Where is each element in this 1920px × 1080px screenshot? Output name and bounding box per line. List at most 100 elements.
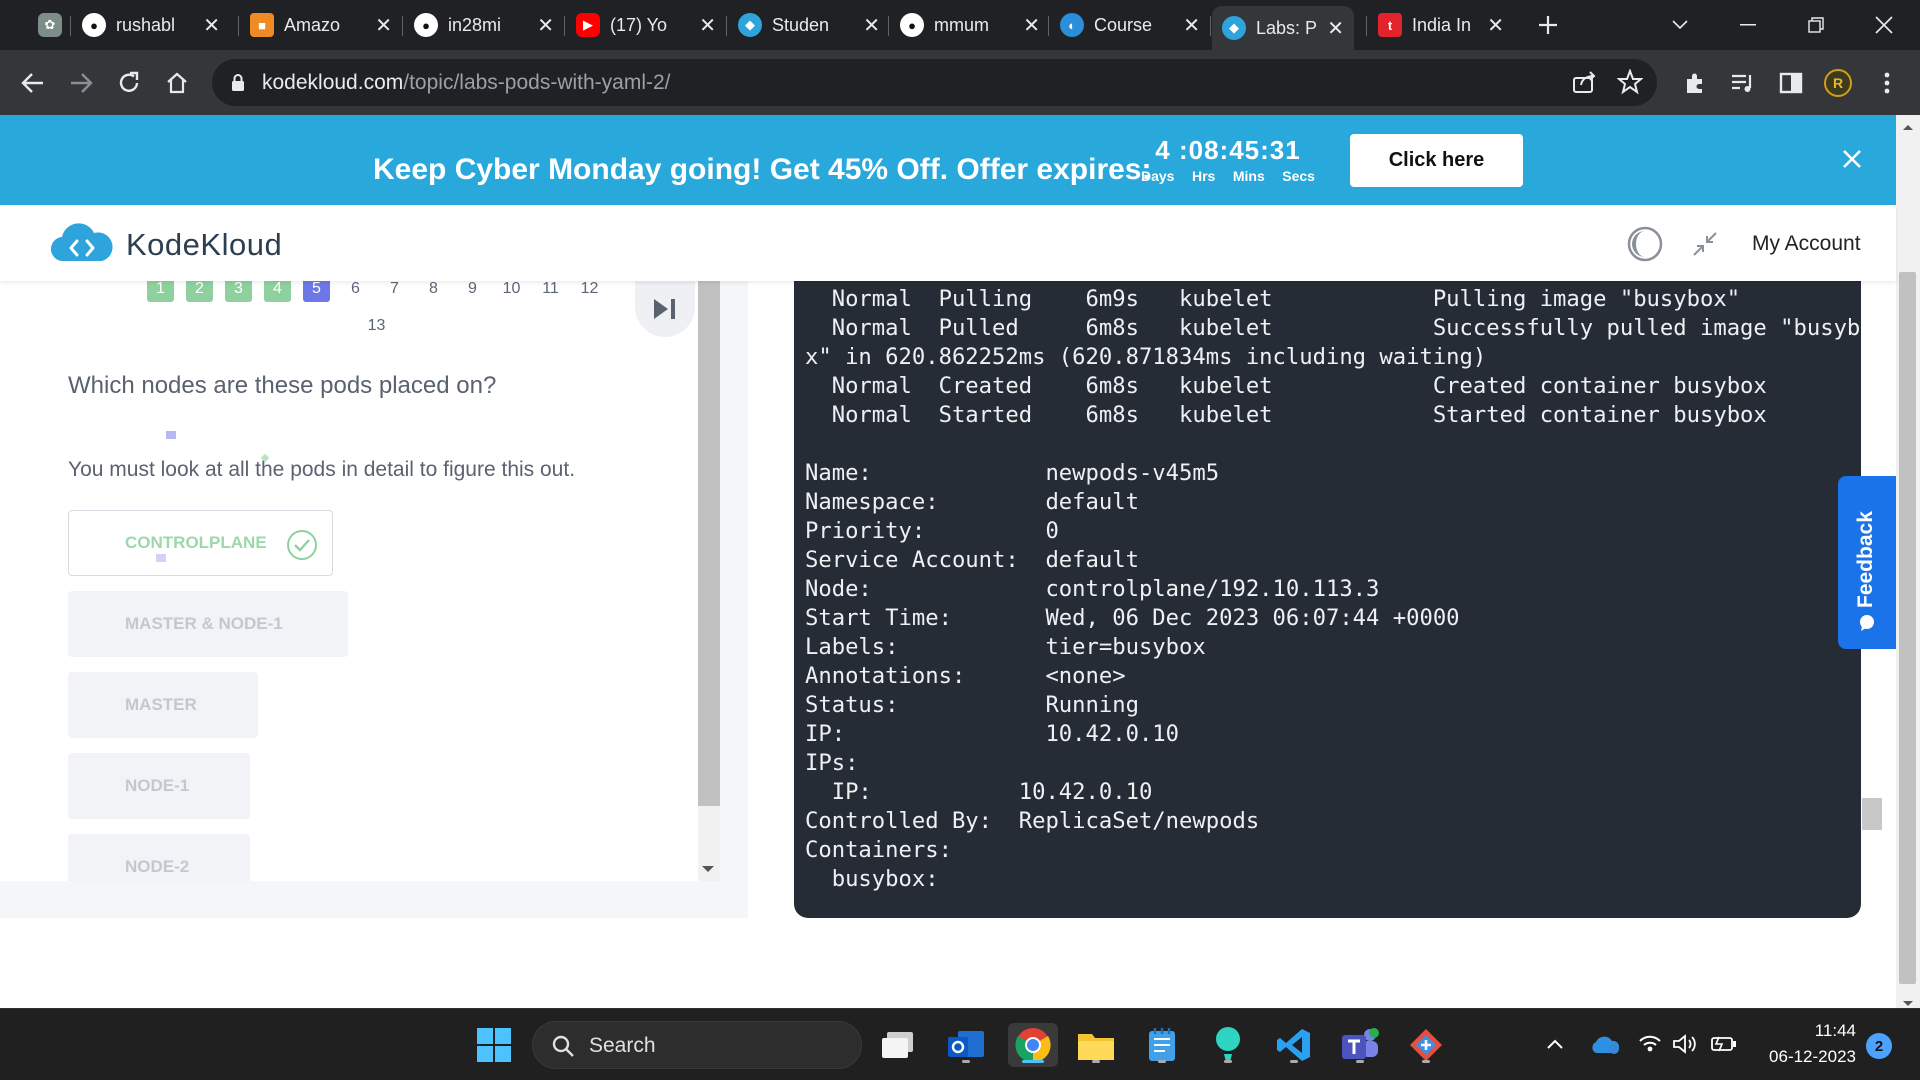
share-icon[interactable] — [1572, 70, 1598, 99]
bookmark-star-icon[interactable] — [1616, 68, 1644, 100]
windows-start-icon[interactable] — [472, 1023, 516, 1067]
close-window-icon[interactable] — [1854, 0, 1914, 50]
promo-click-here-button[interactable]: Click here — [1350, 134, 1523, 187]
battery-icon[interactable] — [1710, 1035, 1738, 1058]
dark-mode-toggle-icon[interactable] — [1626, 225, 1664, 268]
feedback-tab[interactable]: Feedback — [1838, 476, 1896, 649]
profile-avatar[interactable]: R — [1823, 68, 1853, 98]
tab-search-chevron-icon[interactable] — [1650, 0, 1710, 50]
answer-option[interactable]: CONTROLPLANE — [68, 510, 333, 576]
close-tab-icon[interactable]: ✕ — [203, 13, 220, 38]
side-panel-icon[interactable] — [1776, 68, 1806, 98]
kodekloud-icon: ◆ — [1222, 16, 1246, 40]
browser-tab[interactable]: ● mmum ✕ — [890, 9, 1050, 41]
clock-time[interactable]: 11:44 — [1800, 1021, 1856, 1041]
promo-text: Keep Cyber Monday going! Get 45% Off. Of… — [373, 153, 1152, 186]
question-panel: 1 2 3 4 5 6 7 8 9 10 11 12 13 Which nodes are these … — [0, 281, 748, 918]
lock-icon[interactable] — [230, 73, 246, 98]
answer-option[interactable]: NODE-2 — [68, 834, 250, 881]
question-scrollbar-thumb[interactable] — [698, 281, 720, 806]
answer-option[interactable]: MASTER — [68, 672, 258, 738]
media-control-icon[interactable] — [1728, 68, 1758, 98]
question-number[interactable]: 11 — [537, 281, 564, 302]
browser-toolbar: kodekloud.com/topic/labs-pods-with-yaml-… — [0, 50, 1920, 115]
close-tab-icon[interactable]: ✕ — [699, 13, 716, 38]
logo-text[interactable]: KodeKloud — [126, 227, 282, 263]
terminal-window[interactable]: Normal Pulling 6m9s kubelet Pulling imag… — [794, 281, 1861, 918]
scroll-down-arrow-icon[interactable] — [700, 861, 716, 879]
question-number[interactable]: 13 — [363, 312, 390, 339]
answer-option[interactable]: NODE-1 — [68, 753, 250, 819]
file-explorer-icon[interactable] — [1074, 1023, 1118, 1067]
extensions-puzzle-icon[interactable] — [1680, 68, 1710, 98]
kodekloud-logo-icon[interactable] — [50, 221, 114, 270]
browser-tab[interactable]: ● in28mi ✕ — [404, 9, 564, 41]
chrome-icon[interactable] — [1008, 1023, 1058, 1067]
question-number[interactable]: 10 — [498, 281, 525, 302]
close-tab-icon[interactable]: ✕ — [1183, 13, 1200, 38]
notepad-icon[interactable] — [1140, 1023, 1184, 1067]
search-icon — [551, 1034, 575, 1063]
close-tab-icon[interactable]: ✕ — [1023, 13, 1040, 38]
new-tab-plus-icon[interactable] — [1518, 0, 1578, 50]
url-text[interactable]: kodekloud.com/topic/labs-pods-with-yaml-… — [262, 71, 671, 95]
page-scrollbar-thumb[interactable] — [1899, 272, 1916, 984]
close-tab-icon[interactable]: ✕ — [375, 13, 392, 38]
terminal-line: Priority: 0 — [805, 518, 1059, 544]
wifi-icon[interactable] — [1638, 1033, 1662, 1058]
onedrive-icon[interactable] — [1590, 1033, 1620, 1060]
browser-tab[interactable]: ■ Amazo ✕ — [240, 9, 402, 41]
forward-arrow-icon[interactable] — [66, 68, 96, 98]
notification-badge[interactable]: 2 — [1866, 1033, 1892, 1059]
question-number[interactable]: 5 — [303, 281, 330, 302]
question-number[interactable]: 7 — [381, 281, 408, 302]
task-view-icon[interactable] — [876, 1023, 920, 1067]
question-number[interactable]: 2 — [186, 281, 213, 302]
restore-icon[interactable] — [1786, 0, 1846, 50]
browser-menu-icon[interactable] — [1872, 68, 1902, 98]
clock-date[interactable]: 06-12-2023 — [1756, 1047, 1856, 1067]
reload-icon[interactable] — [114, 68, 144, 98]
tab-separator — [1048, 16, 1049, 36]
address-bar[interactable]: kodekloud.com/topic/labs-pods-with-yaml-… — [212, 59, 1657, 106]
page-scroll-up-arrow-icon[interactable] — [1902, 118, 1914, 136]
question-number[interactable]: 6 — [342, 281, 369, 302]
browser-tab[interactable]: ● rushabl ✕ — [72, 9, 230, 41]
close-tab-icon[interactable]: ✕ — [1327, 16, 1344, 41]
volume-icon[interactable] — [1672, 1033, 1698, 1060]
home-icon[interactable] — [162, 68, 192, 98]
lens-app-icon[interactable] — [1206, 1023, 1250, 1067]
question-number[interactable]: 8 — [420, 281, 447, 302]
taskbar-search-box[interactable]: Search — [532, 1021, 862, 1069]
my-account-link[interactable]: My Account — [1752, 232, 1861, 256]
countdown-unit: Mins — [1232, 168, 1265, 184]
question-number[interactable]: 1 — [147, 281, 174, 302]
show-hidden-icons-chevron-icon[interactable] — [1546, 1037, 1564, 1055]
close-tab-icon[interactable]: ✕ — [863, 13, 880, 38]
browser-tab[interactable]: t India In ✕ — [1368, 9, 1514, 41]
browser-tab[interactable]: ▶ (17) Yo ✕ — [566, 9, 726, 41]
question-number[interactable]: 3 — [225, 281, 252, 302]
terminal-line: IPs: — [805, 750, 859, 776]
browser-tab-active[interactable]: ◆ Labs: P ✕ — [1212, 6, 1354, 50]
question-number[interactable]: 4 — [264, 281, 291, 302]
close-banner-icon[interactable] — [1838, 145, 1866, 173]
terminal-scrollbar-thumb[interactable] — [1862, 798, 1882, 830]
close-tab-icon[interactable]: ✕ — [537, 13, 554, 38]
answer-option[interactable]: MASTER & NODE-1 — [68, 591, 348, 657]
close-tab-icon[interactable]: ✕ — [1487, 13, 1504, 38]
vscode-icon[interactable] — [1272, 1023, 1316, 1067]
minimize-icon[interactable] — [1718, 0, 1778, 50]
git-kraken-icon[interactable] — [1404, 1023, 1448, 1067]
tab-title: Studen — [772, 14, 830, 35]
teams-icon[interactable] — [1338, 1023, 1382, 1067]
exit-fullscreen-icon[interactable] — [1690, 229, 1720, 264]
browser-tab[interactable]: ◐ Course ✕ — [1050, 9, 1210, 41]
terminal-line: Normal Pulled 6m8s kubelet Successfully … — [805, 315, 1861, 341]
outlook-icon[interactable] — [944, 1023, 988, 1067]
terminal-line: busybox: — [805, 866, 939, 892]
question-number[interactable]: 12 — [576, 281, 603, 302]
question-number[interactable]: 9 — [459, 281, 486, 302]
back-arrow-icon[interactable] — [18, 68, 48, 98]
browser-tab[interactable]: ◆ Studen ✕ — [728, 9, 890, 41]
